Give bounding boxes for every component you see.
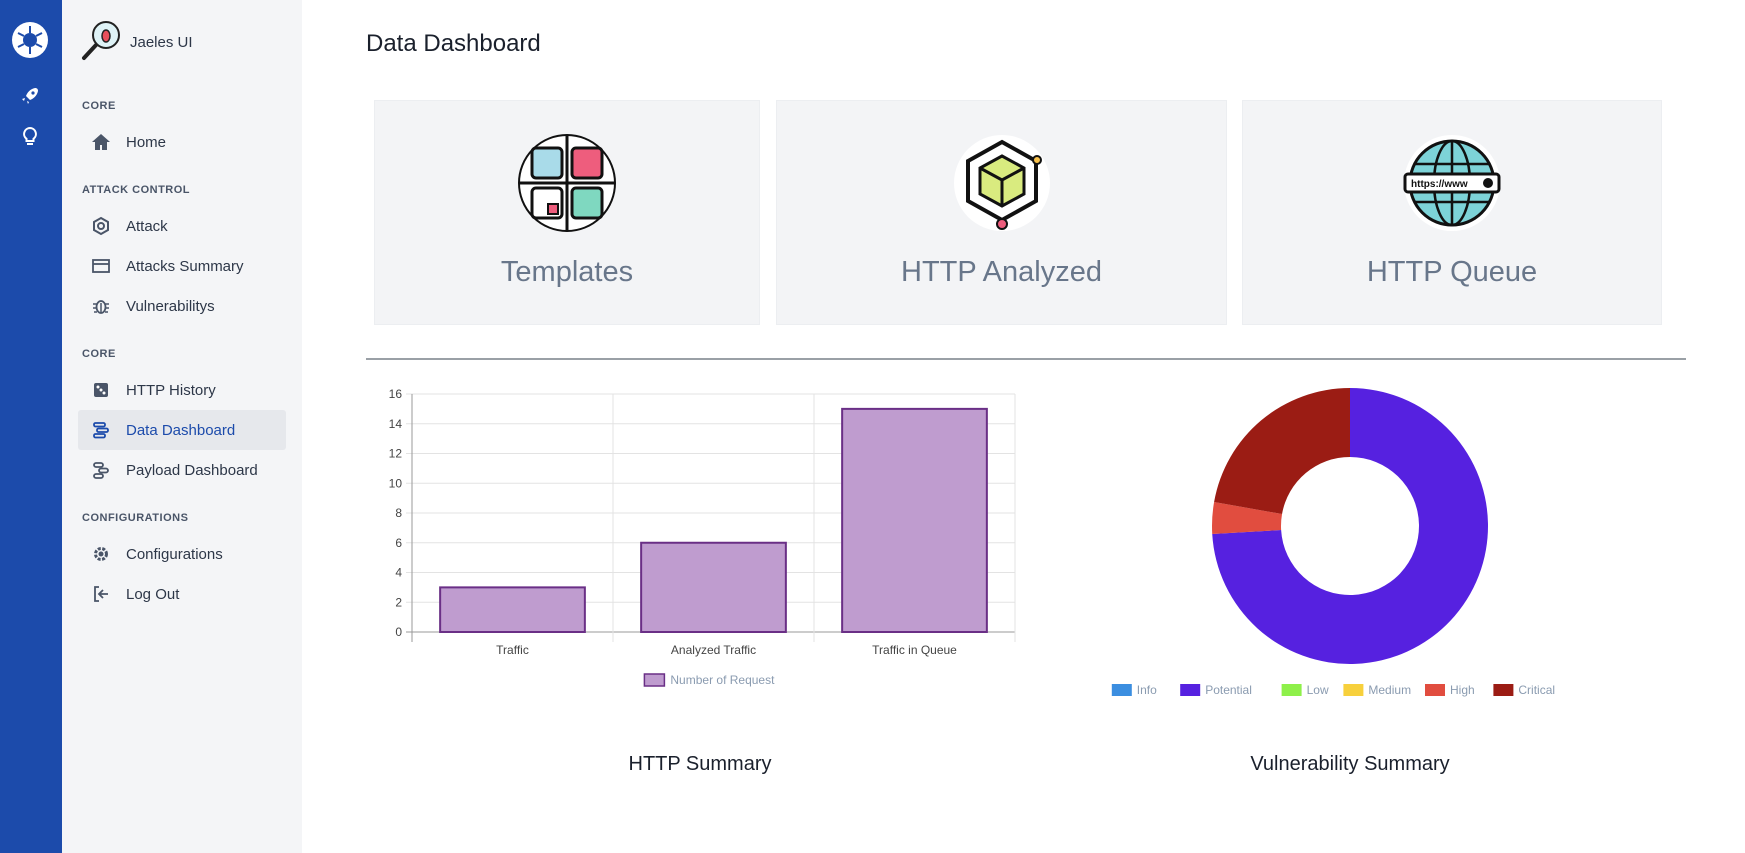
vulnerability-summary-donut-chart: Info Potential Low Medium High Critical: [1111, 388, 1555, 697]
divider: [366, 358, 1686, 360]
bar-analyzed-traffic[interactable]: [640, 541, 787, 633]
cube-icon: [953, 134, 1051, 232]
legend-label-low[interactable]: Low: [1307, 683, 1329, 697]
legend-swatch: [1281, 684, 1302, 696]
sidebar-item-label: Configurations: [126, 545, 223, 563]
section-label-configurations: CONFIGURATIONS: [82, 512, 189, 524]
sidebar-item-label: Log Out: [126, 585, 180, 603]
dice-icon: [90, 379, 112, 401]
card-templates[interactable]: Templates: [374, 100, 760, 325]
templates-icon: [518, 134, 616, 232]
sidebar-item-label: Vulnerabilitys: [126, 297, 215, 315]
bug-icon: [90, 295, 112, 317]
slice-critical[interactable]: [1214, 388, 1350, 515]
card-title: HTTP Queue: [1366, 256, 1538, 288]
payload-icon: [90, 459, 112, 481]
legend-label-potential[interactable]: Potential: [1205, 683, 1252, 697]
section-label-core-2: CORE: [82, 348, 116, 360]
sidebar-item-vulnerabilitys[interactable]: Vulnerabilitys: [78, 286, 286, 326]
x-tick-label: Analyzed Traffic: [671, 643, 756, 657]
y-tick-label: 14: [389, 417, 403, 431]
sidebar-item-http-history[interactable]: HTTP History: [78, 370, 286, 410]
sidebar-item-label: Payload Dashboard: [126, 461, 258, 479]
y-tick-label: 0: [395, 625, 402, 639]
card-title: Templates: [500, 256, 634, 288]
legend-label-high[interactable]: High: [1450, 683, 1475, 697]
sidebar-item-home[interactable]: Home: [78, 122, 286, 162]
sidebar-item-payload-dashboard[interactable]: Payload Dashboard: [78, 450, 286, 490]
x-tick-label: Traffic in Queue: [872, 643, 957, 657]
sidebar-item-data-dashboard[interactable]: Data Dashboard: [78, 410, 286, 450]
rocket-icon[interactable]: [19, 85, 41, 107]
app-logo-icon[interactable]: [12, 22, 48, 58]
lightbulb-icon[interactable]: [19, 125, 41, 147]
section-label-core: CORE: [82, 100, 116, 112]
x-tick-label: Traffic: [496, 643, 529, 657]
sidebar-item-label: Home: [126, 133, 167, 151]
y-tick-label: 10: [389, 476, 403, 490]
y-tick-label: 12: [389, 447, 403, 461]
y-tick-label: 16: [389, 387, 403, 401]
sidebar-item-log-out[interactable]: Log Out: [78, 574, 286, 614]
globe-icon: https://www: [1403, 134, 1501, 232]
legend-label-critical[interactable]: Critical: [1518, 683, 1555, 697]
window-icon: [90, 255, 112, 277]
http-summary-title: HTTP Summary: [628, 753, 772, 775]
bar-traffic-in-queue[interactable]: [841, 407, 988, 633]
home-icon: [90, 131, 112, 153]
card-title: HTTP Analyzed: [901, 256, 1102, 288]
legend-label-info[interactable]: Info: [1137, 683, 1157, 697]
sidebar-item-attack[interactable]: Attack: [78, 206, 286, 246]
card-http-analyzed[interactable]: HTTP Analyzed: [776, 100, 1227, 325]
app-title: Jaeles UI: [130, 34, 193, 51]
section-label-attack-control: ATTACK CONTROL: [82, 184, 191, 196]
y-tick-label: 6: [395, 536, 402, 550]
sidebar-item-label: Attack: [126, 217, 168, 235]
sidebar-item-label: Attacks Summary: [126, 257, 244, 275]
legend-swatch: [1111, 684, 1132, 696]
svg-text:https://www: https://www: [1411, 179, 1468, 190]
y-tick-label: 2: [395, 595, 402, 609]
legend-label[interactable]: Number of Request: [670, 673, 775, 687]
card-http-queue[interactable]: https://www HTTP Queue: [1242, 100, 1662, 325]
legend-swatch: [1180, 684, 1201, 696]
legend-swatch: [1425, 684, 1445, 696]
page-title: Data Dashboard: [366, 30, 541, 57]
magnifier-bug-logo-icon: [80, 18, 124, 67]
logout-icon: [90, 583, 112, 605]
sidebar-item-configurations[interactable]: Configurations: [78, 534, 286, 574]
bar-traffic[interactable]: [439, 586, 586, 633]
sidebar-item-label: Data Dashboard: [126, 421, 236, 439]
gear-icon: [90, 543, 112, 565]
y-tick-label: 4: [395, 566, 402, 580]
brand[interactable]: Jaeles UI: [80, 18, 193, 67]
y-tick-label: 8: [395, 506, 402, 520]
sidebar: Jaeles UI CORE ATTACK CONTROL CORE CONFI…: [62, 0, 302, 853]
legend-swatch: [1343, 684, 1364, 696]
legend-swatch: [643, 673, 666, 687]
icon-rail: [0, 0, 62, 853]
sidebar-item-attacks-summary[interactable]: Attacks Summary: [78, 246, 286, 286]
dashboard-icon: [90, 419, 112, 441]
legend-label-medium[interactable]: Medium: [1368, 683, 1411, 697]
vulnerability-summary-title: Vulnerability Summary: [1250, 753, 1450, 775]
sidebar-item-label: HTTP History: [126, 381, 216, 399]
legend-swatch: [1493, 684, 1514, 696]
http-summary-bar-chart: 0 2 4 6 8 10 12 14 16 Traffic Analyzed Traffic Traf…: [389, 387, 1016, 687]
hexagon-icon: [90, 215, 112, 237]
